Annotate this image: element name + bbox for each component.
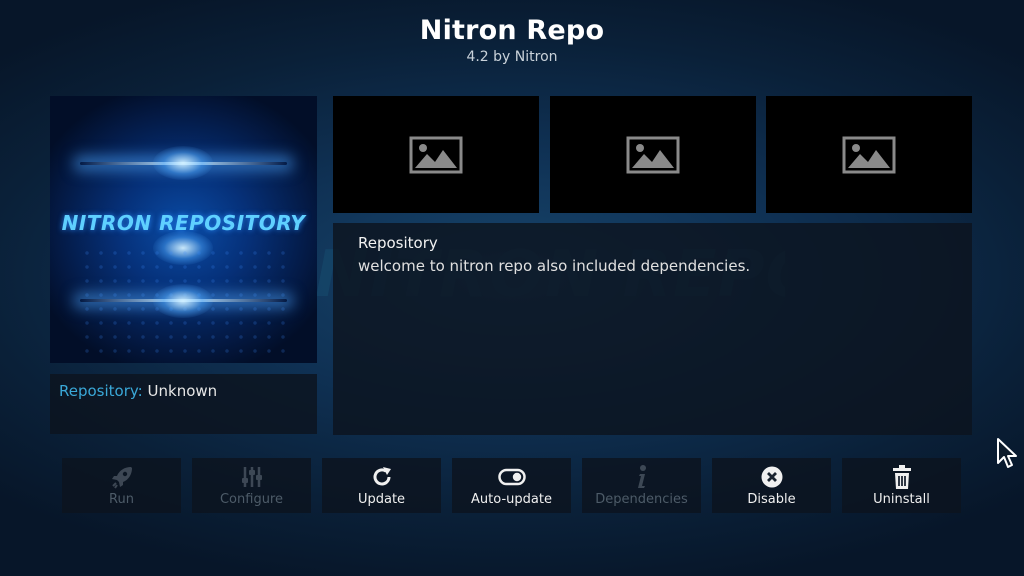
description-text: welcome to nitron repo also included dep… xyxy=(358,257,751,275)
update-label: Update xyxy=(357,492,406,507)
configure-button[interactable]: Configure xyxy=(192,458,311,513)
uninstall-label: Uninstall xyxy=(873,492,930,507)
image-placeholder-icon xyxy=(409,136,463,173)
auto-update-label: Auto-update xyxy=(471,492,552,507)
description-panel: Repository welcome to nitron repo also i… xyxy=(333,223,972,435)
info-value: Unknown xyxy=(147,382,218,400)
uninstall-button[interactable]: Uninstall xyxy=(842,458,961,513)
info-key: Repository: xyxy=(59,382,143,400)
info-box: Repository: Unknown xyxy=(50,374,317,434)
auto-update-button[interactable]: Auto-update xyxy=(452,458,571,513)
page-title: Nitron Repo xyxy=(419,15,605,46)
close-circle-icon xyxy=(712,464,831,490)
run-button[interactable]: Run xyxy=(62,458,181,513)
dependencies-button[interactable]: Dependencies xyxy=(582,458,701,513)
rocket-icon xyxy=(62,464,181,490)
addon-poster: NITRON REPOSITORY xyxy=(50,96,317,363)
poster-logo-text: NITRON REPOSITORY xyxy=(61,211,306,235)
dependencies-label: Dependencies xyxy=(595,492,688,507)
toggle-icon xyxy=(452,464,571,490)
screenshot-3[interactable] xyxy=(766,96,972,213)
configure-label: Configure xyxy=(219,492,283,507)
disable-label: Disable xyxy=(747,492,796,507)
run-label: Run xyxy=(109,492,134,507)
description-title: Repository xyxy=(358,234,438,252)
sliders-icon xyxy=(192,464,311,490)
glow-bottom-center xyxy=(153,284,213,318)
update-button[interactable]: Update xyxy=(322,458,441,513)
screenshot-1[interactable] xyxy=(333,96,539,213)
image-placeholder-icon xyxy=(626,136,680,173)
image-placeholder-icon xyxy=(842,136,896,173)
info-icon xyxy=(582,464,701,490)
info-line: Repository: Unknown xyxy=(59,382,217,400)
trash-icon xyxy=(842,464,961,490)
mouse-cursor-icon xyxy=(996,437,1020,475)
refresh-icon xyxy=(322,464,441,490)
header: Nitron Repo 4.2 by Nitron xyxy=(0,14,1024,66)
page-subtitle: 4.2 by Nitron xyxy=(466,49,558,65)
glow-top-center xyxy=(153,146,213,180)
disable-button[interactable]: Disable xyxy=(712,458,831,513)
screenshot-2[interactable] xyxy=(550,96,756,213)
